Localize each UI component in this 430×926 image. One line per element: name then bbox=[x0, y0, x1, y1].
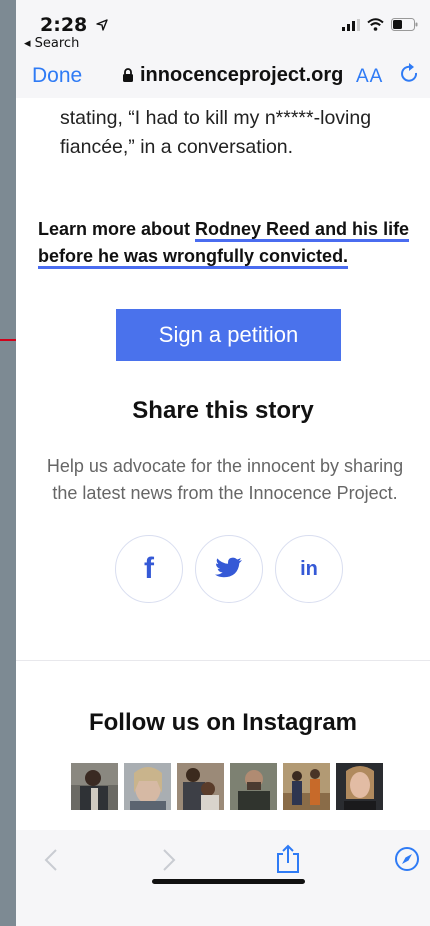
article-quote: stating, “I had to kill my n*****-loving… bbox=[60, 107, 372, 158]
instagram-photo-woman-speaking[interactable] bbox=[336, 763, 383, 810]
linkedin-icon: in bbox=[300, 557, 318, 580]
signal-icon bbox=[342, 18, 360, 31]
status-bar: 2:28 ◂ Search bbox=[16, 0, 430, 52]
section-divider bbox=[16, 660, 430, 661]
text-size-button[interactable]: AA bbox=[356, 66, 383, 88]
twitter-share-button[interactable] bbox=[195, 535, 263, 603]
instagram-photo-woman-portrait[interactable] bbox=[124, 763, 171, 810]
battery-icon bbox=[391, 18, 418, 31]
wifi-icon bbox=[367, 18, 384, 31]
lock-icon bbox=[123, 68, 133, 82]
learn-more-prefix: Learn more about bbox=[38, 219, 196, 239]
status-icons bbox=[342, 18, 418, 31]
phone-screen: 2:28 ◂ Search Done innocenceproject.org … bbox=[16, 0, 430, 926]
done-button[interactable]: Done bbox=[32, 64, 82, 88]
compass-icon[interactable] bbox=[394, 846, 420, 872]
reload-icon[interactable] bbox=[400, 63, 420, 85]
sign-petition-button[interactable]: Sign a petition bbox=[116, 309, 341, 361]
instagram-photo-group-indoors[interactable] bbox=[283, 763, 330, 810]
facebook-icon: f bbox=[144, 552, 154, 585]
forward-icon[interactable] bbox=[162, 848, 176, 872]
back-icon[interactable] bbox=[44, 848, 58, 872]
clock: 2:28 bbox=[40, 14, 108, 36]
share-title: Share this story bbox=[132, 397, 314, 424]
safari-bottom-toolbar bbox=[16, 830, 430, 926]
home-indicator bbox=[152, 879, 305, 884]
facebook-share-button[interactable]: f bbox=[115, 535, 183, 603]
twitter-icon bbox=[215, 557, 242, 578]
back-to-search-link[interactable]: ◂ Search bbox=[24, 36, 79, 51]
social-share-buttons: f in bbox=[115, 535, 343, 603]
linkedin-share-button[interactable]: in bbox=[275, 535, 343, 603]
url-text: innocenceproject.org bbox=[140, 64, 344, 86]
instagram-photo-man-bearded[interactable] bbox=[230, 763, 277, 810]
web-content: stating, “I had to kill my n*****-loving… bbox=[16, 98, 430, 830]
instagram-title: Follow us on Instagram bbox=[88, 709, 358, 736]
share-description: Help us advocate for the innocent by sha… bbox=[46, 456, 404, 503]
location-arrow-icon bbox=[96, 19, 108, 31]
instagram-photo-man-in-jacket[interactable] bbox=[71, 763, 118, 810]
share-icon[interactable] bbox=[276, 844, 300, 874]
instagram-thumbnails bbox=[71, 763, 383, 810]
url-address[interactable]: innocenceproject.org bbox=[122, 64, 343, 87]
instagram-photo-man-holding-child[interactable] bbox=[177, 763, 224, 810]
safari-url-bar: Done innocenceproject.org AA bbox=[16, 52, 430, 98]
learn-more-paragraph: Learn more about Rodney Reed and his lif… bbox=[38, 216, 418, 270]
clock-time: 2:28 bbox=[40, 14, 88, 36]
